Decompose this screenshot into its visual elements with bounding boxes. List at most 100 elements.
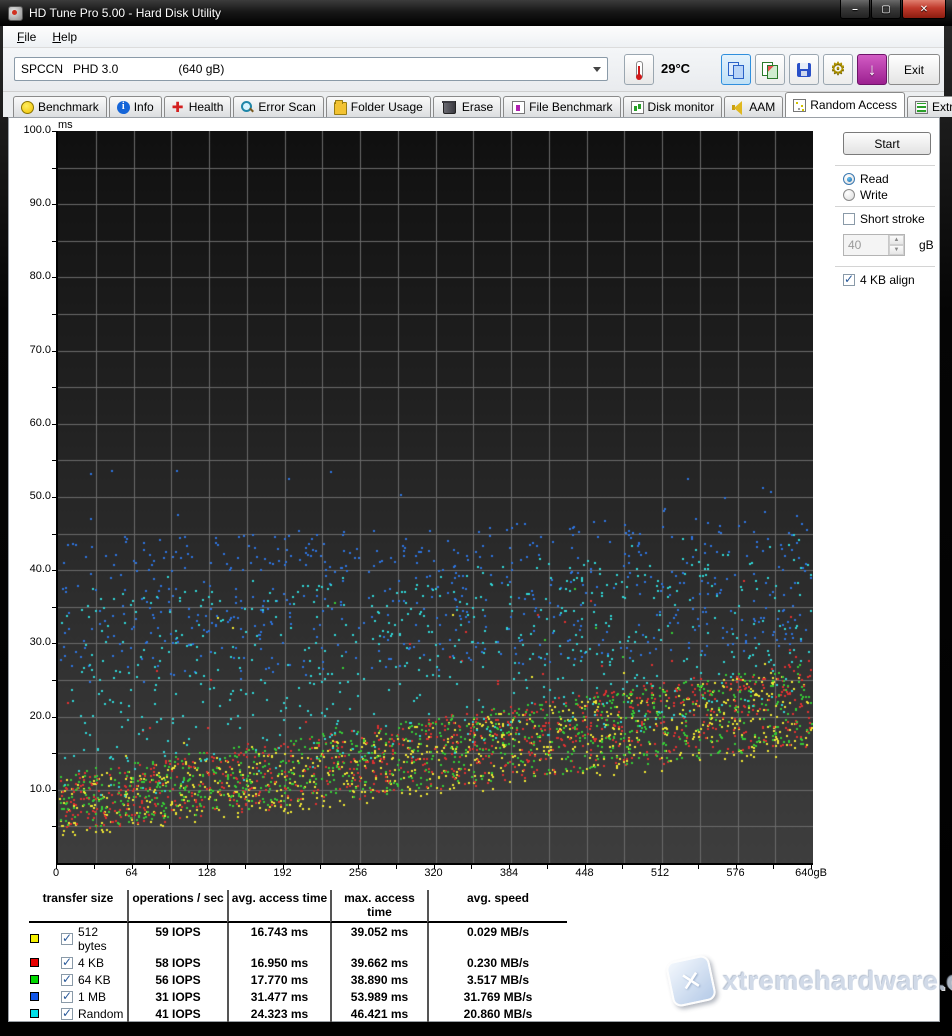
start-button[interactable]: Start xyxy=(843,132,931,155)
short-stroke-value[interactable] xyxy=(844,235,888,255)
x-tick-mark xyxy=(320,865,321,869)
update-button[interactable]: ↓ xyxy=(857,54,887,85)
tab-extra-tests[interactable]: Extra tests xyxy=(907,96,952,117)
temperature-button[interactable] xyxy=(624,54,654,85)
read-radio[interactable] xyxy=(843,173,855,185)
xtremehardware-logo-icon: ✕ xyxy=(665,954,718,1008)
chevron-down-icon xyxy=(593,67,601,72)
tab-random-access[interactable]: Random Access xyxy=(785,92,905,117)
thermometer-icon xyxy=(636,61,643,79)
x-tick-mark xyxy=(169,865,170,869)
series-color xyxy=(29,971,61,988)
copy-button[interactable] xyxy=(721,54,751,85)
series-checkbox[interactable] xyxy=(61,933,73,945)
extra-tests-icon xyxy=(915,101,928,114)
x-tick-mark xyxy=(698,865,699,869)
y-tick-mark xyxy=(52,643,56,644)
x-tick-mark xyxy=(547,865,548,869)
col-avg-access: avg. access time xyxy=(227,890,330,923)
series-checkbox[interactable] xyxy=(61,974,73,986)
maximize-button[interactable]: ▢ xyxy=(871,0,901,19)
drive-select[interactable]: SPCCN PHD 3.0 (640 gB) xyxy=(14,57,608,81)
short-stroke-row[interactable]: Short stroke xyxy=(843,212,925,226)
y-tick-mark xyxy=(52,570,56,571)
drive-capacity: (640 gB) xyxy=(178,62,224,76)
tab-disk-monitor[interactable]: Disk monitor xyxy=(623,96,723,117)
save-button[interactable] xyxy=(789,54,819,85)
y-tick-mark xyxy=(52,607,56,608)
y-axis-label: 20.0 xyxy=(13,710,51,722)
y-axis-label: 40.0 xyxy=(13,563,51,575)
random-access-panel: ms 100.090.080.070.060.050.040.030.020.0… xyxy=(8,117,940,1022)
close-button[interactable]: ✕ xyxy=(902,0,946,19)
bar-chart-icon xyxy=(631,101,644,114)
x-tick-mark xyxy=(736,865,737,869)
x-tick-mark xyxy=(660,865,661,869)
y-axis-label: 70.0 xyxy=(13,344,51,356)
separator xyxy=(835,206,935,207)
folder-icon xyxy=(334,102,347,115)
trash-icon xyxy=(443,101,456,114)
y-axis-label: 50.0 xyxy=(13,490,51,502)
x-tick-mark xyxy=(56,865,57,869)
minimize-button[interactable]: – xyxy=(840,0,870,19)
x-tick-mark xyxy=(434,865,435,869)
exit-button[interactable]: Exit xyxy=(888,54,940,85)
table-row: Random xyxy=(61,1005,127,1022)
menu-help[interactable]: Help xyxy=(44,28,85,46)
app-window: HD Tune Pro 5.00 - Hard Disk Utility – ▢… xyxy=(0,0,952,1036)
stroke-unit-label: gB xyxy=(919,238,934,252)
gear-icon: ⚙ xyxy=(830,61,845,78)
title-bar[interactable]: HD Tune Pro 5.00 - Hard Disk Utility – ▢… xyxy=(0,0,952,26)
write-radio[interactable] xyxy=(843,189,855,201)
window-title: HD Tune Pro 5.00 - Hard Disk Utility xyxy=(29,6,221,20)
tab-folder-usage[interactable]: Folder Usage xyxy=(326,96,431,117)
tab-benchmark[interactable]: Benchmark xyxy=(13,96,107,117)
col-max-access: max. access time xyxy=(330,890,427,923)
x-tick-mark xyxy=(358,865,359,869)
menu-file[interactable]: File xyxy=(9,28,44,46)
series-color xyxy=(29,988,61,1005)
y-tick-mark xyxy=(52,497,56,498)
watermark-text: xtremehardware.com xyxy=(723,966,952,997)
align-row[interactable]: 4 KB align xyxy=(843,273,915,287)
tab-file-benchmark[interactable]: File Benchmark xyxy=(503,96,620,117)
y-tick-mark xyxy=(52,826,56,827)
y-axis-label: 10.0 xyxy=(13,783,51,795)
toolbar: SPCCN PHD 3.0 (640 gB) 29°C ⚙ ↓ Exit xyxy=(3,48,944,92)
app-icon xyxy=(8,6,23,21)
scatter-icon xyxy=(793,99,806,112)
y-axis-label: 90.0 xyxy=(13,197,51,209)
x-tick-mark xyxy=(207,865,208,869)
col-transfer-size: transfer size xyxy=(29,890,127,923)
tab-aam[interactable]: AAM xyxy=(724,96,783,117)
y-tick-mark xyxy=(52,351,56,352)
tab-error-scan[interactable]: Error Scan xyxy=(233,96,323,117)
series-checkbox[interactable] xyxy=(61,1008,73,1020)
y-axis-label: 100.0 xyxy=(13,124,51,136)
tab-erase[interactable]: Erase xyxy=(433,96,501,117)
x-tick-mark xyxy=(283,865,284,869)
tab-info[interactable]: i Info xyxy=(109,96,162,117)
series-checkbox[interactable] xyxy=(61,991,73,1003)
spin-up-icon[interactable]: ▲ xyxy=(889,235,904,245)
read-radio-row[interactable]: Read xyxy=(843,172,889,186)
table-row: 64 KB xyxy=(61,971,127,988)
copy-screenshot-button[interactable] xyxy=(755,54,785,85)
series-checkbox[interactable] xyxy=(61,957,73,969)
x-tick-mark xyxy=(773,865,774,869)
series-color xyxy=(29,954,61,971)
separator xyxy=(835,165,935,166)
x-tick-mark xyxy=(811,865,812,869)
y-axis-unit: ms xyxy=(58,119,73,131)
write-radio-row[interactable]: Write xyxy=(843,188,888,202)
spin-down-icon[interactable]: ▼ xyxy=(889,245,904,255)
short-stroke-checkbox[interactable] xyxy=(843,213,855,225)
align-checkbox[interactable] xyxy=(843,274,855,286)
options-button[interactable]: ⚙ xyxy=(823,54,853,85)
save-icon xyxy=(797,63,811,77)
y-axis-label: 30.0 xyxy=(13,636,51,648)
short-stroke-spinner[interactable]: ▲ ▼ xyxy=(843,234,905,256)
tab-health[interactable]: ✚ Health xyxy=(164,96,232,117)
y-tick-mark xyxy=(52,534,56,535)
